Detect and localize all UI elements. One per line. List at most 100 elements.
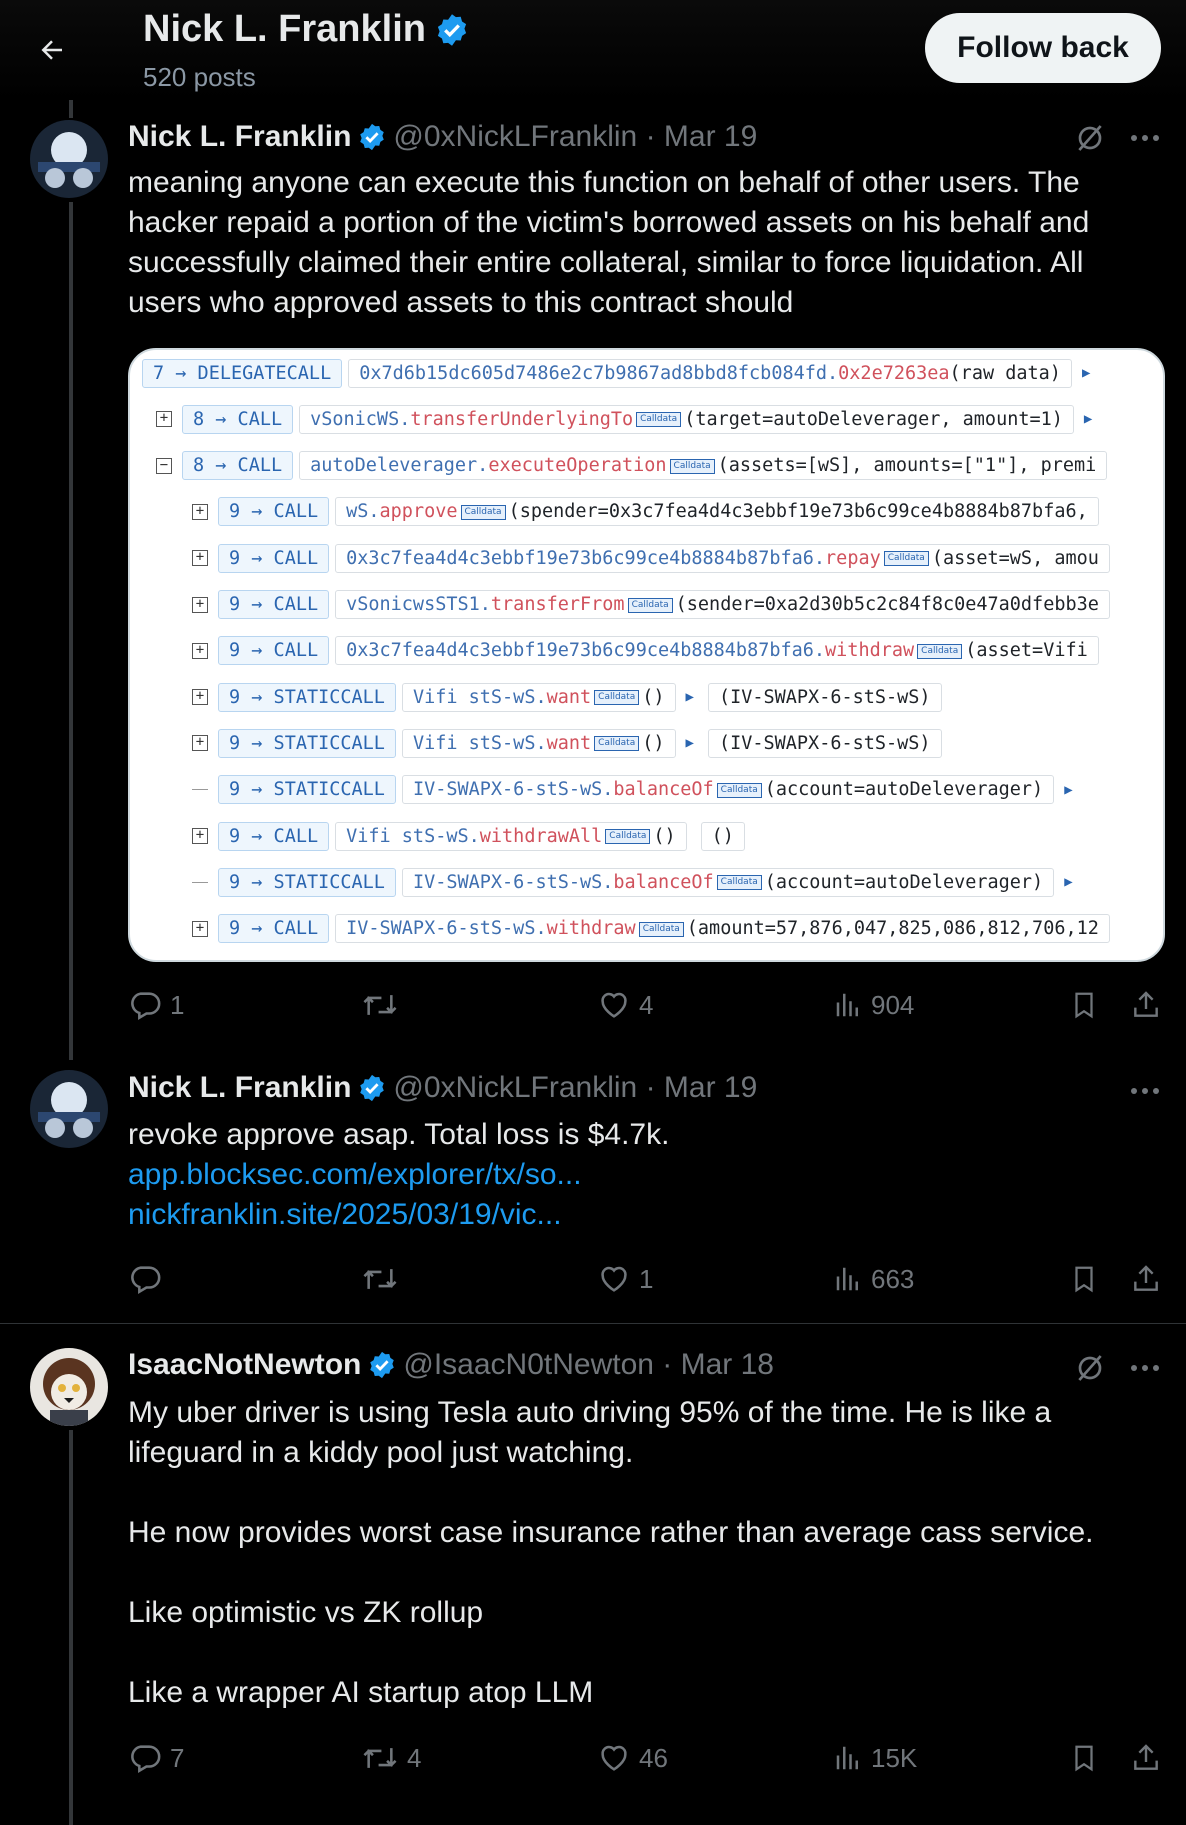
expand-toggle-icon[interactable]: + [192, 920, 208, 937]
retweet-button[interactable] [361, 1259, 407, 1299]
call-target[interactable]: wS. [346, 501, 379, 522]
expand-arrow-icon[interactable]: ▶ [1064, 874, 1072, 890]
tx-link[interactable]: app.blocksec.com/explorer/tx/so... [128, 1155, 582, 1195]
trace-row[interactable]: +9 → CALL 0x3c7fea4d4c3ebbf19e73b6c99ce4b… [192, 631, 1099, 671]
trace-row[interactable]: −8 → CALL autoDeleverager.executeOperatio… [156, 446, 1108, 486]
call-target[interactable]: autoDeleverager. [310, 455, 488, 476]
bookmark-icon[interactable] [1064, 1259, 1104, 1299]
calldata-badge[interactable]: Calldata [669, 458, 715, 474]
expand-toggle-icon[interactable]: + [192, 689, 208, 706]
follow-back-button[interactable]: Follow back [925, 13, 1161, 83]
bookmark-icon[interactable] [1064, 985, 1104, 1025]
trace-row[interactable]: +9 → CALL Vifi stS-wS.withdrawAll Calldata… [192, 816, 745, 856]
author-name[interactable]: Nick L. Franklin [128, 1071, 351, 1105]
trace-row[interactable]: +9 → CALL 0x3c7fea4d4c3ebbf19e73b6c99ce4b… [192, 538, 1110, 578]
like-button[interactable]: 46 [597, 1738, 668, 1778]
call-target[interactable]: Vifi stS-wS. [346, 826, 480, 847]
reply-button[interactable]: 7 [128, 1738, 184, 1778]
more-icon[interactable] [1125, 1348, 1165, 1388]
calldata-badge[interactable]: Calldata [638, 921, 684, 937]
expand-toggle-icon[interactable]: + [192, 828, 208, 844]
calldata-badge[interactable]: Calldata [716, 782, 762, 798]
reply-button[interactable]: 1 [128, 985, 184, 1025]
blog-link[interactable]: nickfranklin.site/2025/03/19/vic... [128, 1195, 562, 1235]
more-icon[interactable] [1125, 1071, 1165, 1111]
avatar[interactable] [30, 1348, 108, 1426]
retweet-button[interactable]: 4 [361, 1738, 421, 1778]
share-icon[interactable] [1126, 985, 1166, 1025]
author-name[interactable]: IsaacNotNewton [128, 1348, 361, 1382]
calldata-badge[interactable]: Calldata [883, 551, 929, 567]
calldata-badge[interactable]: Calldata [594, 736, 640, 752]
call-args: () [642, 732, 665, 754]
handle-date[interactable]: @0xNickLFranklin · Mar 19 [393, 1071, 757, 1105]
trace-row[interactable]: +9 → CALL vSonicwsSTS1.transferFrom Callda… [192, 585, 1110, 625]
call-target[interactable]: IV-SWAPX-6-stS-wS. [413, 779, 613, 800]
call-type-badge: 9 → CALL [218, 636, 330, 666]
calldata-badge[interactable]: Calldata [917, 643, 963, 659]
more-icon[interactable] [1125, 118, 1165, 158]
trace-row[interactable]: 9 → STATICCALL IV-SWAPX-6-stS-wS.balanceO… [192, 770, 1073, 810]
post-count: 520 posts [143, 62, 256, 92]
call-target[interactable]: Vifi stS-wS. [413, 687, 547, 708]
retweet-button[interactable] [361, 985, 407, 1025]
expand-arrow-icon[interactable]: ▶ [1082, 365, 1090, 381]
call-target[interactable]: 0x7d6b15dc605d7486e2c7b9867ad8bbd8fcb084… [359, 363, 838, 384]
grok-icon[interactable] [1070, 118, 1110, 158]
calldata-badge[interactable]: Calldata [605, 829, 651, 844]
expand-toggle-icon[interactable]: + [192, 596, 208, 613]
calldata-badge[interactable]: Calldata [594, 690, 640, 706]
call-target[interactable]: vSonicWS. [310, 409, 410, 430]
collapse-toggle-icon[interactable]: − [156, 457, 172, 474]
call-target[interactable]: 0x3c7fea4d4c3ebbf19e73b6c99ce4b8884b87bf… [346, 640, 825, 661]
call-target[interactable]: 0x3c7fea4d4c3ebbf19e73b6c99ce4b8884b87bf… [346, 548, 825, 569]
trace-row[interactable]: +9 → STATICCALL Vifi stS-wS.want Calldata(… [192, 677, 942, 717]
like-button[interactable]: 4 [597, 985, 653, 1025]
reply-button[interactable] [128, 1259, 170, 1299]
author-name[interactable]: Nick L. Franklin [128, 120, 351, 154]
expand-arrow-icon[interactable]: ▶ [1084, 411, 1092, 427]
call-args: () [653, 825, 676, 847]
trace-image[interactable]: 7 → DELEGATECALL 0x7d6b15dc605d7486e2c7b9… [128, 348, 1165, 962]
expand-toggle-icon[interactable]: + [192, 735, 208, 752]
like-button[interactable]: 1 [597, 1259, 653, 1299]
share-icon[interactable] [1126, 1259, 1166, 1299]
call-target[interactable]: Vifi stS-wS. [413, 733, 547, 754]
like-icon [601, 1745, 627, 1771]
avatar[interactable] [30, 120, 108, 198]
back-button[interactable] [30, 28, 74, 72]
calldata-badge[interactable]: Calldata [627, 597, 673, 613]
views-icon [836, 993, 858, 1017]
share-icon[interactable] [1126, 1738, 1166, 1778]
trace-row[interactable]: +9 → CALL IV-SWAPX-6-stS-wS.withdraw Calld… [192, 909, 1110, 949]
expand-toggle-icon[interactable]: + [192, 550, 208, 567]
expand-toggle-icon[interactable]: + [156, 411, 172, 428]
trace-row[interactable]: 7 → DELEGATECALL 0x7d6b15dc605d7486e2c7b9… [142, 353, 1090, 393]
expand-arrow-icon[interactable]: ▶ [686, 689, 694, 705]
expand-arrow-icon[interactable]: ▶ [1064, 782, 1072, 798]
views-button[interactable]: 663 [833, 1259, 914, 1299]
bookmark-icon[interactable] [1064, 1738, 1104, 1778]
handle-date[interactable]: @0xNickLFranklin · Mar 19 [393, 120, 757, 154]
trace-row[interactable]: 9 → STATICCALL IV-SWAPX-6-stS-wS.balanceO… [192, 862, 1073, 902]
trace-row[interactable]: +8 → CALL vSonicWS.transferUnderlyingTo Ca… [156, 399, 1092, 439]
views-button[interactable]: 904 [833, 985, 914, 1025]
calldata-badge[interactable]: Calldata [460, 504, 506, 520]
grok-icon[interactable] [1070, 1348, 1110, 1388]
call-target[interactable]: vSonicwsSTS1. [346, 594, 491, 615]
call-target[interactable]: IV-SWAPX-6-stS-wS. [346, 918, 546, 939]
calldata-badge[interactable]: Calldata [716, 875, 762, 891]
view-count: 15K [871, 1742, 918, 1773]
views-button[interactable]: 15K [833, 1738, 917, 1778]
call-type-badge: 9 → CALL [218, 590, 330, 619]
avatar[interactable] [30, 1070, 108, 1148]
expand-toggle-icon[interactable]: + [192, 642, 208, 659]
calldata-badge[interactable]: Calldata [636, 412, 682, 428]
expand-arrow-icon[interactable]: ▶ [686, 735, 694, 751]
expand-toggle-icon[interactable]: + [192, 503, 208, 520]
handle-date[interactable]: @IsaacN0tNewton · Mar 18 [403, 1348, 774, 1382]
trace-row[interactable]: +9 → CALL wS.approve Calldata (spender=0x3c… [192, 492, 1099, 532]
trace-row[interactable]: +9 → STATICCALL Vifi stS-wS.want Calldata(… [192, 723, 942, 763]
arrow-left-icon [41, 40, 62, 60]
call-target[interactable]: IV-SWAPX-6-stS-wS. [413, 872, 613, 893]
